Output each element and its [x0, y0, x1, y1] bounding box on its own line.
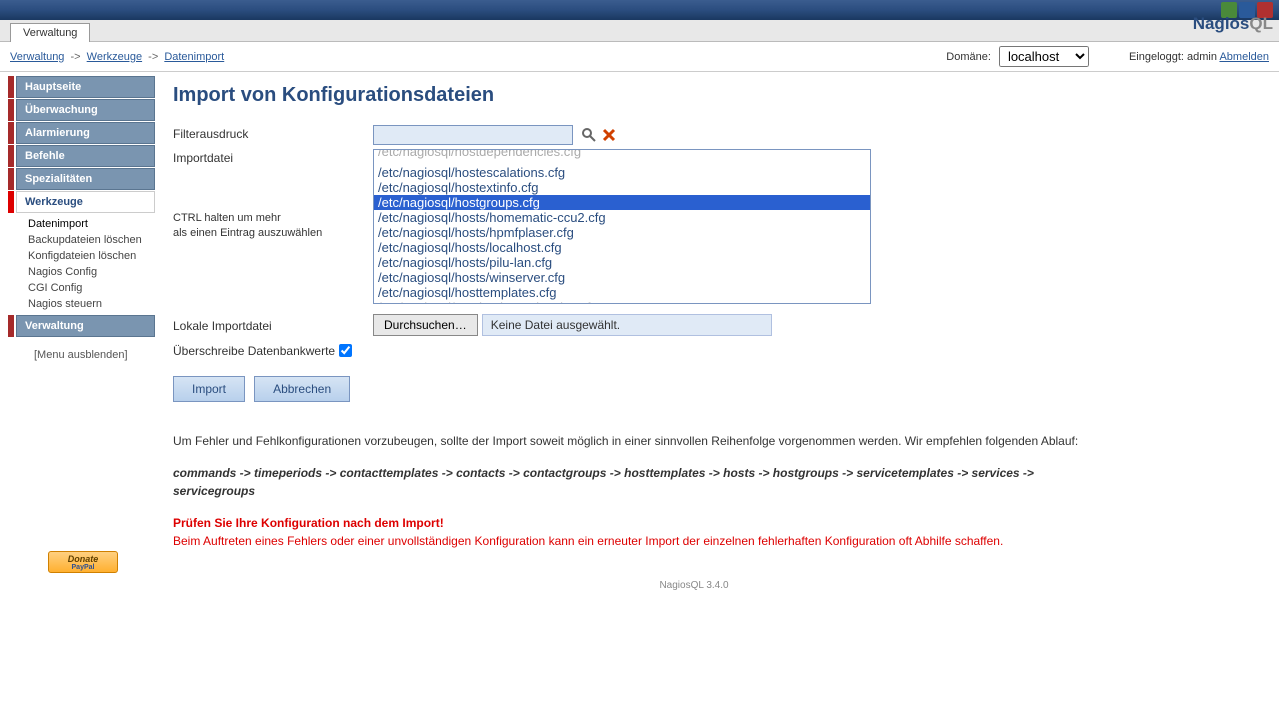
nav-item-2[interactable]: Alarmierung [8, 122, 155, 144]
overwrite-checkbox[interactable] [339, 344, 352, 357]
import-button[interactable]: Import [173, 376, 245, 402]
file-option-cut-top[interactable]: /etc/nagiosql/hostdependencies.cfg [374, 149, 870, 159]
domain-select[interactable]: localhost [999, 46, 1089, 67]
local-file-label: Lokale Importdatei [173, 317, 373, 333]
domain-selector: Domäne: localhost [946, 46, 1089, 67]
header-bar [0, 0, 1279, 20]
breadcrumb-1[interactable]: Werkzeuge [87, 51, 142, 63]
breadcrumb: Verwaltung -> Werkzeuge -> Datenimport [10, 51, 224, 63]
import-file-list[interactable]: /etc/nagiosql/hostdependencies.cfg/etc/n… [373, 149, 871, 304]
nav-item-0[interactable]: Hauptseite [8, 76, 155, 98]
login-info: Eingeloggt: admin Abmelden [1129, 51, 1269, 63]
order-text: commands -> timeperiods -> contacttempla… [173, 464, 1093, 500]
tab-row: Verwaltung NagiosQL [0, 20, 1279, 42]
file-option-cut-bottom[interactable]: /etc/nagiosql/servicedependencies.cfg [374, 300, 870, 304]
overwrite-label: Überschreibe Datenbankwerte [173, 342, 335, 358]
sidebar: HauptseiteÜberwachungAlarmierungBefehleS… [0, 72, 155, 611]
page-title: Import von Konfigurationsdateien [173, 84, 1215, 107]
file-chosen-text: Keine Datei ausgewählt. [482, 314, 772, 336]
domain-label: Domäne: [946, 51, 991, 63]
file-option-5[interactable]: /etc/nagiosql/hosts/localhost.cfg [374, 240, 870, 255]
nav-item-1[interactable]: Überwachung [8, 99, 155, 121]
file-option-7[interactable]: /etc/nagiosql/hosts/winserver.cfg [374, 270, 870, 285]
subnav-item-3[interactable]: Nagios Config [22, 264, 155, 280]
clear-icon[interactable] [601, 127, 617, 143]
search-icon[interactable] [581, 127, 597, 143]
logo: NagiosQL [1193, 14, 1273, 34]
logout-link[interactable]: Abmelden [1219, 51, 1269, 63]
breadcrumb-2[interactable]: Datenimport [164, 51, 224, 63]
subheader: Verwaltung -> Werkzeuge -> Datenimport D… [0, 42, 1279, 72]
subnav-item-4[interactable]: CGI Config [22, 280, 155, 296]
filter-input[interactable] [373, 125, 573, 145]
tab-verwaltung[interactable]: Verwaltung [10, 23, 90, 42]
file-option-3[interactable]: /etc/nagiosql/hosts/homematic-ccu2.cfg [374, 210, 870, 225]
nav-item-4[interactable]: Spezialitäten [8, 168, 155, 190]
breadcrumb-0[interactable]: Verwaltung [10, 51, 64, 63]
cancel-button[interactable]: Abbrechen [254, 376, 350, 402]
file-option-4[interactable]: /etc/nagiosql/hosts/hpmfplaser.cfg [374, 225, 870, 240]
browse-button[interactable]: Durchsuchen… [373, 314, 478, 336]
subnav-item-1[interactable]: Backupdateien löschen [22, 232, 155, 248]
nav-item-6[interactable]: Verwaltung [8, 315, 155, 337]
file-option-0[interactable]: /etc/nagiosql/hostescalations.cfg [374, 165, 870, 180]
filter-label: Filterausdruck [173, 125, 373, 141]
donate-button[interactable]: Donate PayPal [48, 551, 118, 573]
file-option-8[interactable]: /etc/nagiosql/hosttemplates.cfg [374, 285, 870, 300]
file-option-1[interactable]: /etc/nagiosql/hostextinfo.cfg [374, 180, 870, 195]
file-option-6[interactable]: /etc/nagiosql/hosts/pilu-lan.cfg [374, 255, 870, 270]
subnav-item-0[interactable]: Datenimport [22, 216, 155, 232]
nav-item-5[interactable]: Werkzeuge [8, 191, 155, 213]
nav-item-3[interactable]: Befehle [8, 145, 155, 167]
subnav-item-5[interactable]: Nagios steuern [22, 296, 155, 312]
info-text: Um Fehler und Fehlkonfigurationen vorzub… [173, 432, 1093, 450]
menu-toggle[interactable]: [Menu ausblenden] [34, 349, 155, 361]
import-label: Importdatei [173, 151, 373, 165]
subnav-item-2[interactable]: Konfigdateien löschen [22, 248, 155, 264]
file-option-2[interactable]: /etc/nagiosql/hostgroups.cfg [374, 195, 870, 210]
ctrl-hint: CTRL halten um mehr als einen Eintrag au… [173, 211, 373, 242]
main-content: Import von Konfigurationsdateien Filtera… [155, 72, 1235, 611]
warning-text: Prüfen Sie Ihre Konfiguration nach dem I… [173, 514, 1093, 550]
footer-version: NagiosQL 3.4.0 [173, 580, 1215, 591]
